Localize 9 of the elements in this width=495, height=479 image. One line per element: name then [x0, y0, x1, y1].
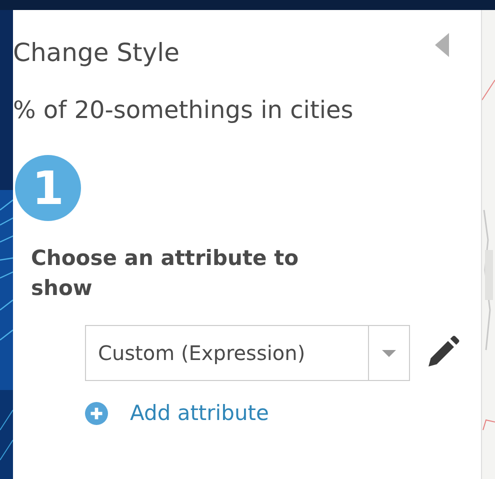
step-heading: Choose an attribute to show [31, 245, 300, 302]
layer-name: % of 20-somethings in cities [13, 95, 354, 126]
caret-icon [382, 350, 396, 356]
step-number: 1 [15, 155, 81, 221]
add-icon[interactable] [85, 402, 108, 424]
add-attribute-link[interactable]: Add attribute [130, 401, 269, 425]
panel-title: Change Style [13, 37, 180, 69]
collapse-icon[interactable] [435, 33, 449, 57]
attribute-dropdown[interactable]: Custom (Expression) [85, 325, 410, 381]
